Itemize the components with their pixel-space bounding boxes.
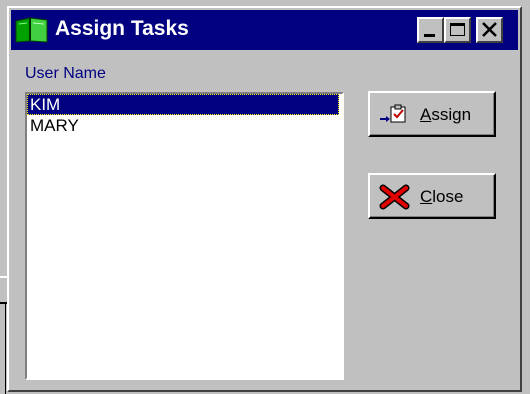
close-icon bbox=[482, 22, 497, 37]
minimize-button[interactable] bbox=[417, 17, 444, 43]
assign-button-label: Assign bbox=[420, 105, 471, 125]
close-accel: C bbox=[420, 187, 433, 206]
close-button-label: Close bbox=[420, 187, 463, 207]
minimize-icon bbox=[424, 34, 435, 37]
assign-rest: ssign bbox=[431, 105, 472, 124]
background-window-edge bbox=[5, 304, 6, 394]
maximize-icon bbox=[450, 23, 465, 36]
maximize-button[interactable] bbox=[444, 17, 471, 43]
app-book-icon bbox=[15, 17, 48, 43]
list-item-kim[interactable]: KIM bbox=[27, 94, 339, 115]
close-button[interactable]: Close bbox=[368, 173, 496, 219]
close-rest: lose bbox=[432, 187, 464, 206]
list-item-mary[interactable]: MARY bbox=[27, 115, 339, 136]
title-bar[interactable]: Assign Tasks bbox=[11, 10, 518, 50]
red-x-icon bbox=[379, 184, 410, 210]
user-name-label: User Name bbox=[25, 65, 106, 82]
window-title: Assign Tasks bbox=[55, 17, 189, 40]
user-list[interactable]: KIM MARY bbox=[25, 92, 344, 380]
close-window-button[interactable] bbox=[476, 17, 503, 43]
assign-task-icon bbox=[380, 104, 406, 123]
assign-button[interactable]: Assign bbox=[368, 91, 496, 137]
assign-accel: A bbox=[420, 105, 432, 124]
assign-tasks-dialog: Assign Tasks User Name KIM MARY Assign C… bbox=[7, 6, 522, 392]
